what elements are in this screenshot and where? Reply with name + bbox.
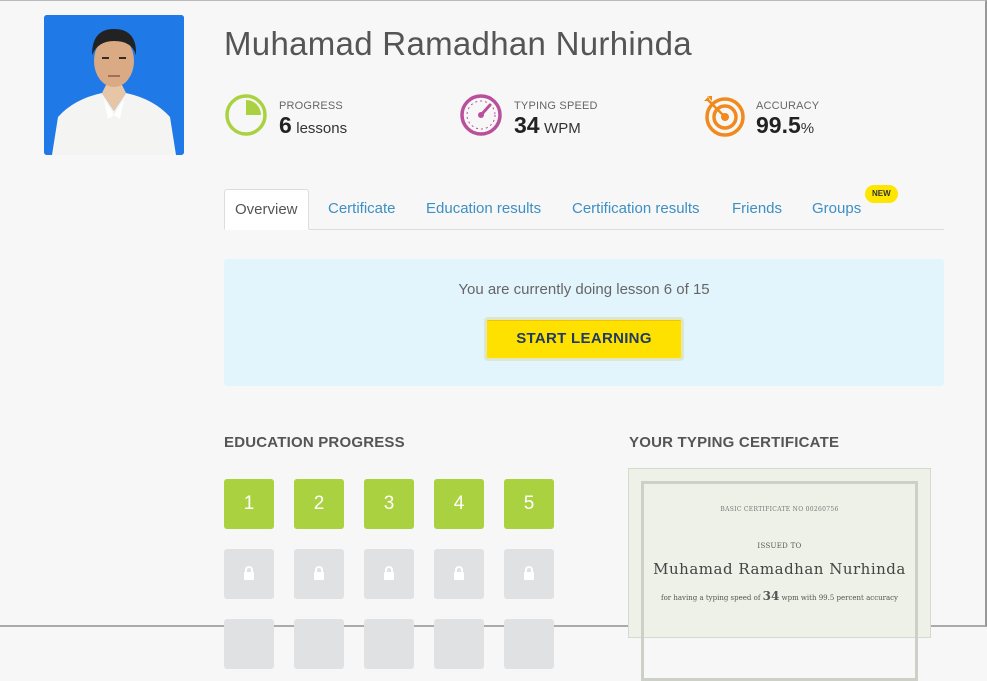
progress-number: 6 [279, 112, 292, 138]
profile-tabs: Overview Certificate Education results C… [224, 185, 944, 230]
lock-icon [244, 566, 254, 580]
speedometer-icon [460, 94, 502, 136]
new-badge: NEW [865, 185, 898, 203]
profile-photo [44, 15, 184, 155]
accuracy-unit: % [800, 120, 815, 137]
current-lesson-message: You are currently doing lesson 6 of 15 [458, 281, 710, 298]
locked-lesson-tile [224, 549, 274, 599]
accuracy-label: ACCURACY [756, 100, 820, 112]
speed-unit: WPM [544, 120, 581, 137]
tab-friends[interactable]: Friends [732, 189, 782, 228]
certificate-title: YOUR TYPING CERTIFICATE [629, 434, 840, 451]
locked-lesson-tile [504, 549, 554, 599]
target-icon [704, 96, 745, 137]
certificate-speed: 34 [762, 589, 780, 603]
education-progress-title: EDUCATION PROGRESS [224, 434, 405, 451]
start-learning-button[interactable]: START LEARNING [484, 317, 684, 361]
lock-icon [384, 566, 394, 580]
locked-lesson-tile [434, 549, 484, 599]
speed-number: 34 [514, 112, 540, 138]
certificate-frame: BASIC CERTIFICATE NO 00260756 ISSUED TO … [641, 481, 918, 681]
lock-icon [454, 566, 464, 580]
lesson-tile[interactable]: 4 [434, 479, 484, 529]
locked-lesson-tile [294, 549, 344, 599]
certificate-issued-to: ISSUED TO [757, 542, 802, 550]
accuracy-value: 99.5% [756, 112, 814, 139]
progress-value: 6 lessons [279, 112, 347, 139]
tab-education-results[interactable]: Education results [426, 189, 541, 228]
accuracy-number: 99.5 [756, 112, 801, 138]
lesson-tile[interactable]: 3 [364, 479, 414, 529]
lesson-tile[interactable]: 1 [224, 479, 274, 529]
avatar [44, 15, 184, 155]
speed-label: TYPING SPEED [514, 100, 598, 112]
certificate-desc-prefix: for having a typing speed of [660, 594, 761, 602]
lesson-tile[interactable]: 5 [504, 479, 554, 529]
certificate-desc-suffix: wpm with 99.5 percent accuracy [781, 594, 899, 602]
certificate-description: for having a typing speed of 34 wpm with… [644, 589, 915, 603]
tab-certification-results[interactable]: Certification results [572, 189, 700, 228]
tab-certificate[interactable]: Certificate [328, 189, 396, 228]
lesson-tile[interactable]: 2 [294, 479, 344, 529]
progress-unit: lessons [296, 120, 348, 137]
profile-name: Muhamad Ramadhan Nurhinda [224, 25, 692, 62]
lock-icon [524, 566, 534, 580]
tab-groups[interactable]: Groups [812, 189, 861, 228]
certificate-name: Muhamad Ramadhan Nurhinda [653, 560, 906, 578]
speed-value: 34 WPM [514, 112, 581, 139]
progress-label: PROGRESS [279, 100, 343, 112]
certificate-number: BASIC CERTIFICATE NO 00260756 [720, 506, 839, 513]
current-lesson-banner: You are currently doing lesson 6 of 15 S… [224, 259, 944, 386]
pie-progress-icon [225, 94, 267, 136]
certificate-preview[interactable]: BASIC CERTIFICATE NO 00260756 ISSUED TO … [628, 468, 931, 681]
lock-icon [314, 566, 324, 580]
locked-lesson-tile [364, 549, 414, 599]
tab-overview[interactable]: Overview [224, 189, 309, 230]
